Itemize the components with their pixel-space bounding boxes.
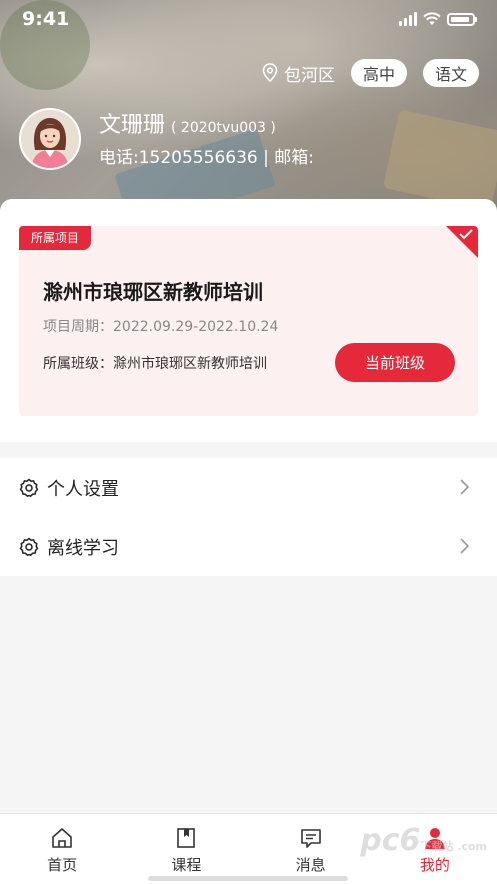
menu-item-offline-learning[interactable]: 离线学习 — [0, 517, 497, 576]
battery-icon — [447, 12, 477, 26]
tab-message[interactable]: 消息 — [249, 814, 373, 884]
project-tag: 所属项目 — [19, 226, 92, 250]
tab-label: 首页 — [47, 856, 78, 874]
signal-icon — [399, 12, 417, 26]
status-time: 9:41 — [22, 8, 70, 30]
user-contact: 电话:15205556636 | 邮箱: — [99, 148, 314, 168]
project-class: 所属班级：滁州市琅琊区新教师培训 — [43, 356, 267, 372]
home-indicator — [148, 876, 348, 881]
user-code: ( 2020tvu003 ) — [171, 120, 276, 136]
menu-item-personal-settings[interactable]: 个人设置 — [0, 458, 497, 517]
gear-icon — [19, 478, 39, 497]
project-period: 项目周期：2022.09.29-2022.10.24 — [43, 319, 279, 335]
menu-item-label: 离线学习 — [47, 537, 119, 559]
status-icons — [399, 12, 477, 26]
subject-pill[interactable]: 语文 — [422, 59, 479, 87]
status-bar: 9:41 — [0, 0, 497, 40]
project-title: 滁州市琅琊区新教师培训 — [43, 280, 263, 304]
check-icon — [459, 229, 473, 240]
level-pill[interactable]: 高中 — [350, 59, 407, 87]
tab-home[interactable]: 首页 — [0, 814, 124, 884]
location-selector[interactable]: 包河区 — [261, 61, 335, 86]
message-icon — [300, 829, 321, 848]
wifi-icon — [423, 12, 441, 25]
chevron-right-icon — [460, 538, 470, 554]
project-section: 所属项目 滁州市琅琊区新教师培训 项目周期：2022.09.29-2022.10… — [0, 199, 497, 442]
watermark-sub: 下载站 .com — [420, 840, 487, 853]
location-label: 包河区 — [283, 65, 335, 86]
home-icon — [52, 828, 72, 848]
settings-menu: 个人设置 离线学习 — [0, 458, 497, 576]
watermark: pc6下载站 .com — [360, 823, 487, 858]
tab-label: 消息 — [295, 856, 326, 874]
project-card[interactable]: 所属项目 滁州市琅琊区新教师培训 项目周期：2022.09.29-2022.10… — [19, 226, 478, 416]
header-filters: 包河区 高中 语文 — [261, 59, 479, 87]
user-name-row: 文珊珊 ( 2020tvu003 ) — [99, 107, 276, 139]
avatar[interactable] — [19, 108, 81, 170]
avatar-illustration — [21, 110, 79, 168]
tab-course[interactable]: 课程 — [124, 814, 248, 884]
menu-item-label: 个人设置 — [47, 478, 119, 500]
chevron-right-icon — [460, 479, 470, 495]
gear-icon — [19, 537, 39, 556]
current-class-button[interactable]: 当前班级 — [335, 343, 455, 382]
background-decoration — [382, 109, 497, 211]
user-name: 文珊珊 — [99, 113, 166, 138]
book-icon — [177, 828, 196, 848]
location-pin-icon — [262, 63, 278, 83]
tab-label: 课程 — [171, 856, 202, 874]
watermark-main: pc6 — [360, 823, 421, 858]
